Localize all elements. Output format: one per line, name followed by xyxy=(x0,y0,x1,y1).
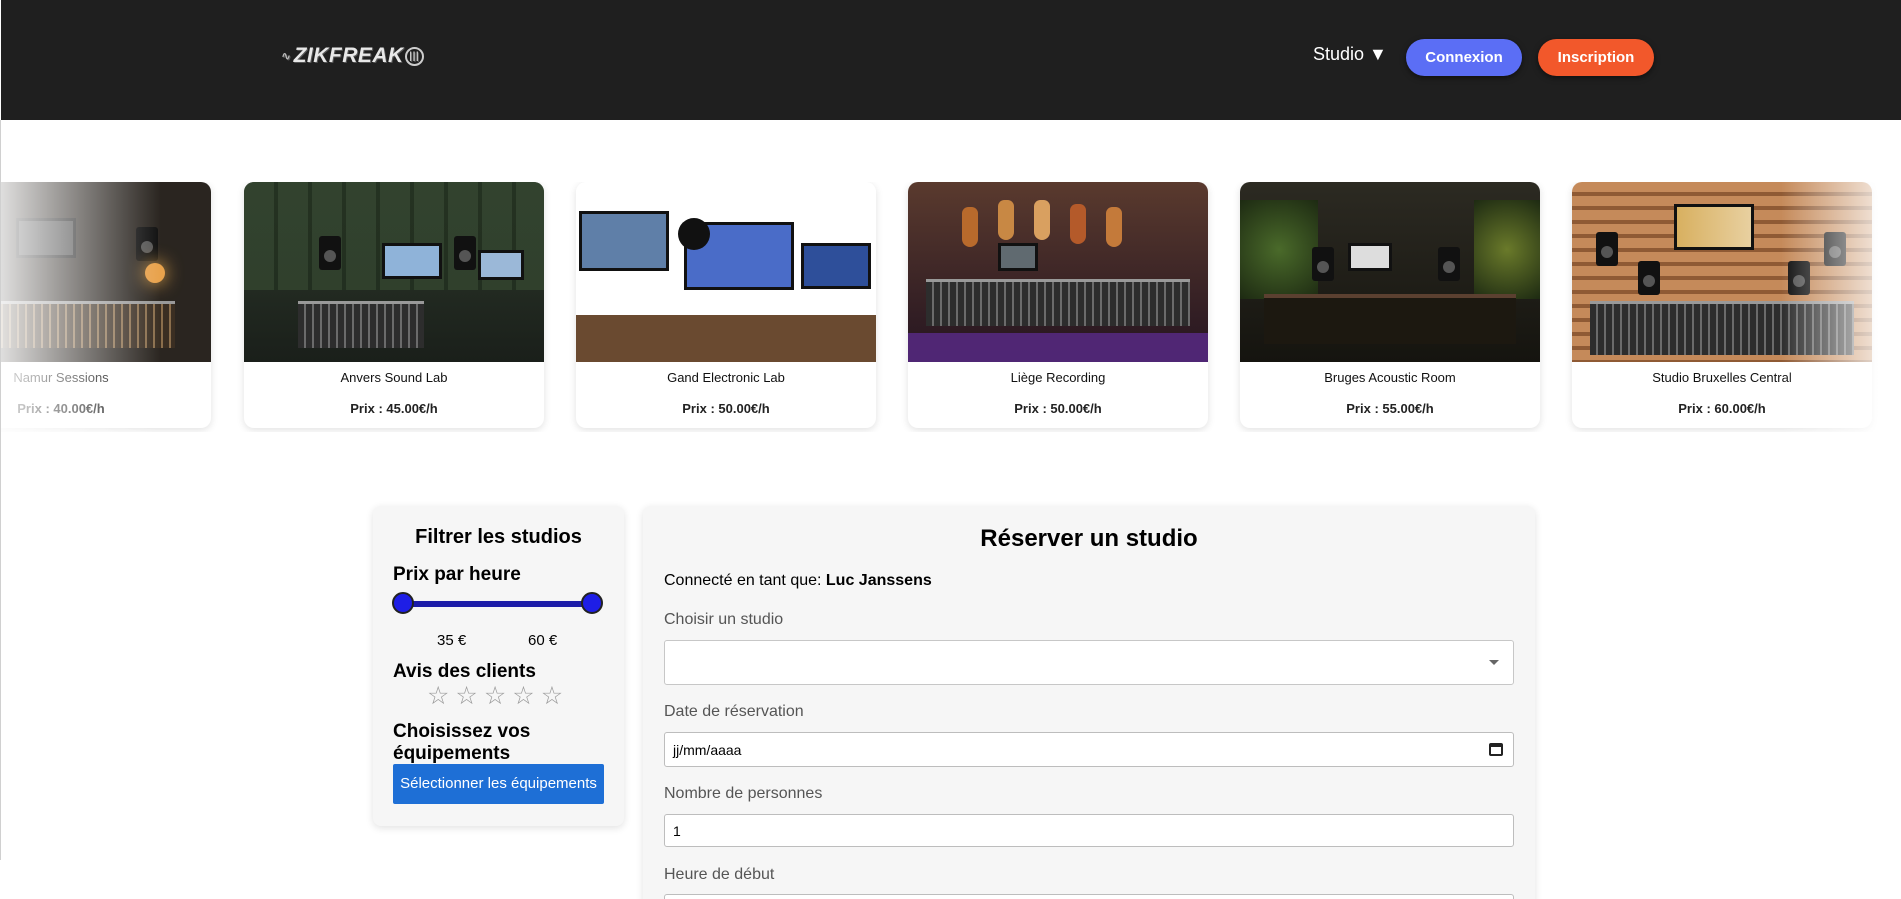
studio-name: Namur Sessions xyxy=(13,370,109,385)
price-max-handle[interactable] xyxy=(581,592,603,614)
date-label: Date de réservation xyxy=(664,703,804,720)
studio-price: Prix : 50.00€/h xyxy=(1014,401,1102,416)
date-input[interactable]: jj/mm/aaaa xyxy=(664,732,1514,767)
studio-image xyxy=(1,182,211,362)
studio-image xyxy=(576,182,876,362)
star-icon[interactable]: ☆ xyxy=(541,684,563,709)
star-icon[interactable]: ☆ xyxy=(427,684,449,709)
people-input[interactable]: 1 xyxy=(664,814,1514,847)
rating-stars: ☆ ☆ ☆ ☆ ☆ xyxy=(427,684,563,709)
start-time-label: Heure de début xyxy=(664,866,775,883)
studio-card[interactable]: Gand Electronic Lab Prix : 50.00€/h xyxy=(576,182,876,428)
price-range-track[interactable] xyxy=(403,601,593,607)
connected-user: Connecté en tant que: Luc Janssens xyxy=(664,572,932,590)
star-icon[interactable]: ☆ xyxy=(455,684,477,709)
studio-name: Gand Electronic Lab xyxy=(667,370,785,385)
studio-price: Prix : 50.00€/h xyxy=(682,401,770,416)
price-min-handle[interactable] xyxy=(392,592,414,614)
price-per-hour-label: Prix par heure xyxy=(393,564,521,585)
studio-image xyxy=(908,182,1208,362)
filter-title: Filtrer les studios xyxy=(415,526,582,548)
start-time-input[interactable] xyxy=(664,894,1514,899)
nav-studio-dropdown[interactable]: Studio ▼ xyxy=(1313,44,1387,65)
studio-image xyxy=(1572,182,1872,362)
studio-select[interactable] xyxy=(664,640,1514,685)
connexion-button[interactable]: Connexion xyxy=(1406,39,1522,76)
studio-name: Liège Recording xyxy=(1010,370,1106,385)
logo-text: ZIKFREAK xyxy=(293,44,404,67)
equipment-label: Choisissez vos équipements xyxy=(393,721,531,764)
studio-card[interactable]: Studio Bruxelles Central Prix : 60.00€/h xyxy=(1572,182,1872,428)
price-min-value: 35 € xyxy=(437,632,467,649)
sound-wave-icon: ∿ xyxy=(281,49,292,63)
studio-card[interactable]: Namur Sessions Prix : 40.00€/h xyxy=(1,182,211,428)
user-name: Luc Janssens xyxy=(825,572,932,589)
calendar-icon[interactable] xyxy=(1489,743,1503,756)
people-label: Nombre de personnes xyxy=(664,785,823,802)
studio-price: Prix : 40.00€/h xyxy=(17,401,105,416)
reviews-label: Avis des clients xyxy=(393,661,536,682)
form-title: Réserver un studio xyxy=(980,525,1198,552)
caret-down-icon xyxy=(1489,660,1499,665)
star-icon[interactable]: ☆ xyxy=(512,684,534,709)
studio-price: Prix : 45.00€/h xyxy=(350,401,438,416)
studio-name: Bruges Acoustic Room xyxy=(1324,370,1456,385)
inscription-button[interactable]: Inscription xyxy=(1538,39,1654,76)
studio-price: Prix : 60.00€/h xyxy=(1678,401,1766,416)
price-max-value: 60 € xyxy=(528,632,558,649)
studio-price: Prix : 55.00€/h xyxy=(1346,401,1434,416)
site-header: ∿ ZIKFREAK ||| Studio ▼ Connexion Inscri… xyxy=(1,0,1901,120)
studio-name: Studio Bruxelles Central xyxy=(1652,370,1792,385)
studio-card[interactable]: Anvers Sound Lab Prix : 45.00€/h xyxy=(244,182,544,428)
studio-image xyxy=(244,182,544,362)
reservation-form: Réserver un studio Connecté en tant que:… xyxy=(643,506,1535,899)
star-icon[interactable]: ☆ xyxy=(484,684,506,709)
studio-card[interactable]: Liège Recording Prix : 50.00€/h xyxy=(908,182,1208,428)
select-equipment-button[interactable]: Sélectionner les équipements xyxy=(393,764,604,804)
site-logo[interactable]: ∿ ZIKFREAK ||| xyxy=(281,44,424,68)
studio-image xyxy=(1240,182,1540,362)
studio-name: Anvers Sound Lab xyxy=(340,370,448,385)
filter-panel: Filtrer les studios Prix par heure 35 € … xyxy=(373,506,624,826)
studio-carousel: Namur Sessions Prix : 40.00€/h Anvers So… xyxy=(1,182,1901,432)
connected-prefix: Connecté en tant que: xyxy=(664,572,822,589)
studio-card[interactable]: Bruges Acoustic Room Prix : 55.00€/h xyxy=(1240,182,1540,428)
studio-select-label: Choisir un studio xyxy=(664,611,784,628)
people-value: 1 xyxy=(673,822,681,839)
equalizer-icon: ||| xyxy=(404,46,424,66)
date-placeholder: jj/mm/aaaa xyxy=(673,741,742,758)
